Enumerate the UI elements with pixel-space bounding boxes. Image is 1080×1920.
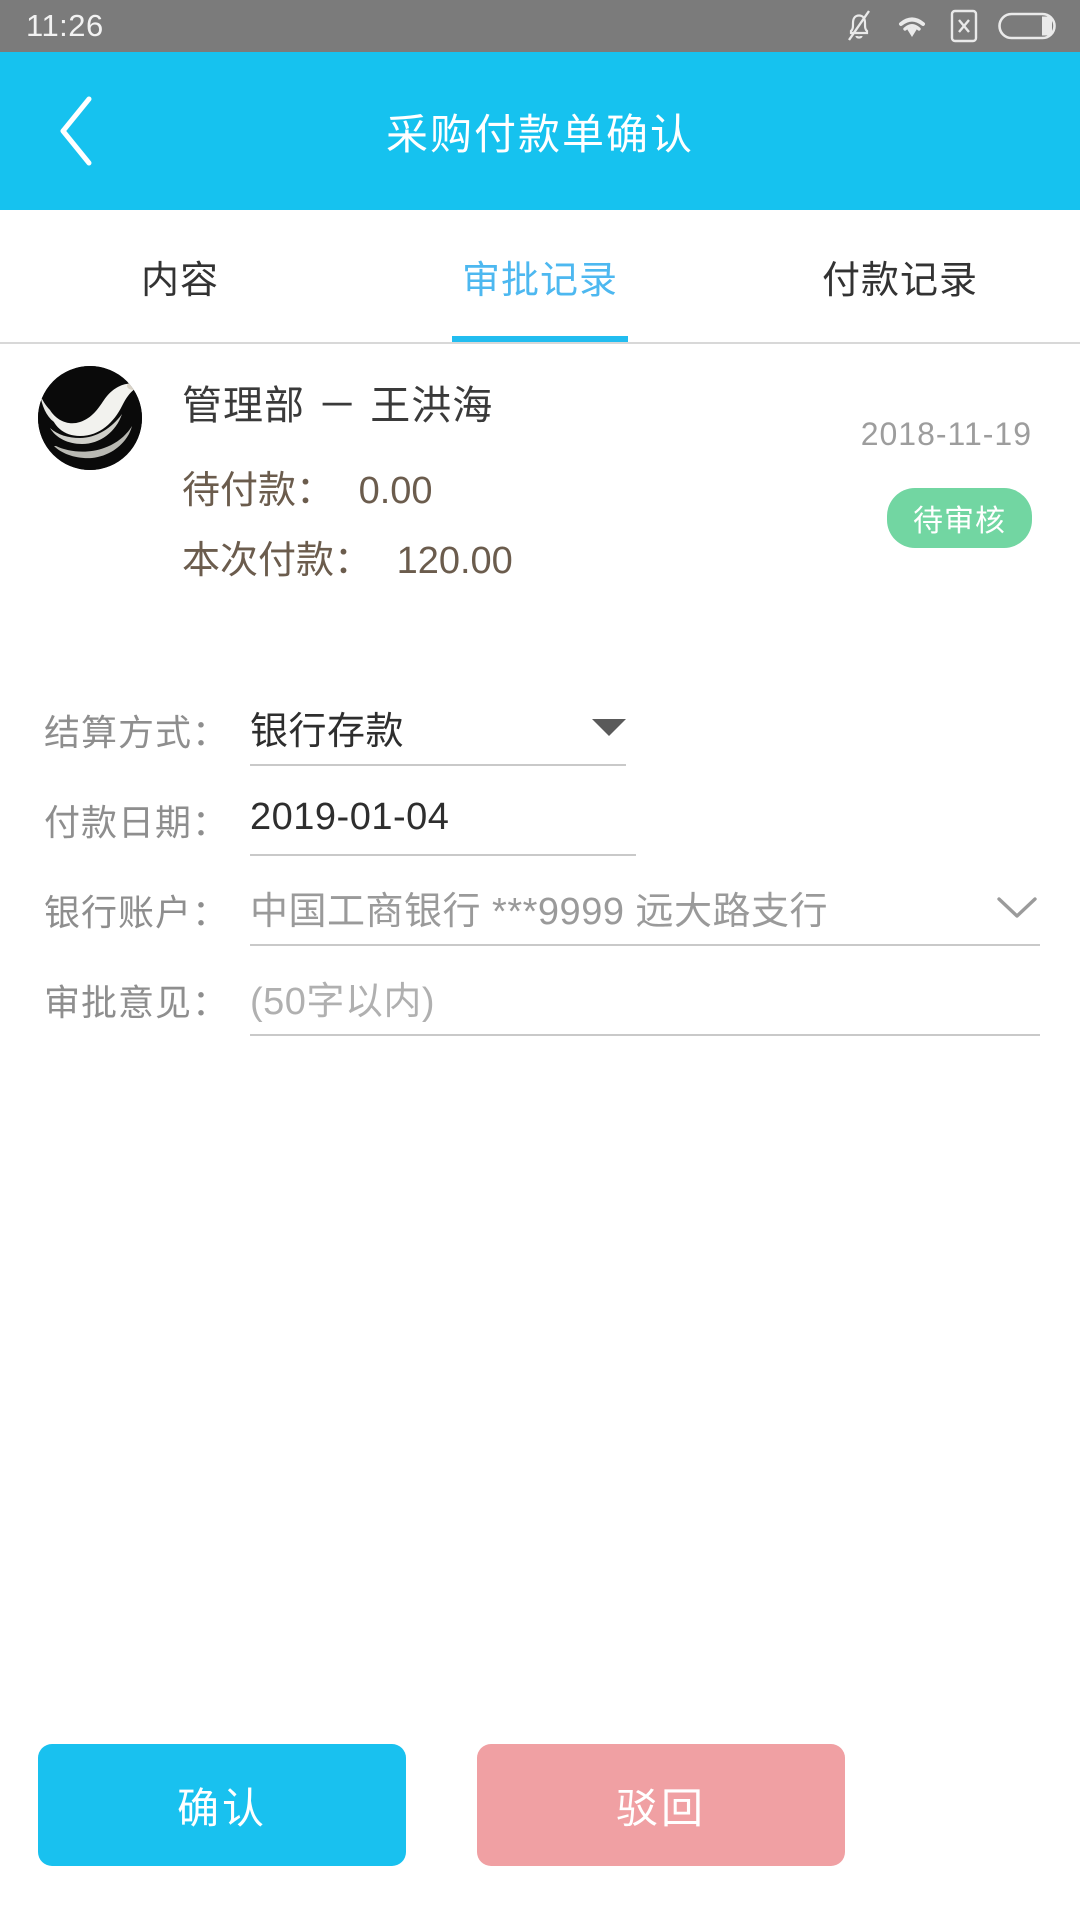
action-bar: 确认 驳回 [0, 1744, 1080, 1866]
caret-down-icon [592, 718, 626, 736]
current-amount-label: 本次付款： [182, 540, 373, 582]
avatar [38, 366, 142, 470]
status-badge: 待审核 [887, 488, 1032, 548]
battery-icon [998, 11, 1058, 41]
settlement-method-value: 银行存款 [250, 710, 405, 753]
bell-muted-icon [844, 9, 874, 43]
bank-account-value: 中国工商银行 ***9999 远大路支行 [250, 890, 829, 933]
chevron-down-icon [994, 892, 1040, 922]
approval-opinion-label: 审批意见： [44, 982, 230, 1023]
current-amount-row: 本次付款： 120.00 [182, 529, 513, 584]
tab-content-label: 内容 [140, 259, 219, 302]
approval-opinion-placeholder: (50字以内) [250, 980, 436, 1023]
current-amount-value: 120.00 [396, 540, 513, 582]
reject-button[interactable]: 驳回 [477, 1744, 845, 1866]
settlement-method-select[interactable]: 银行存款 [250, 690, 626, 766]
bank-account-select[interactable]: 中国工商银行 ***9999 远大路支行 [250, 870, 1040, 946]
status-icon-group [844, 9, 1058, 43]
tab-approval-records-label: 审批记录 [461, 259, 618, 302]
tab-approval-records[interactable]: 审批记录 [360, 210, 720, 342]
confirm-button[interactable]: 确认 [38, 1744, 406, 1866]
bank-account-label: 银行账户： [44, 892, 230, 933]
tab-bar: 内容 审批记录 付款记录 [0, 210, 1080, 344]
status-time: 11:26 [26, 8, 104, 43]
wifi-icon [894, 11, 930, 41]
bank-account-row: 银行账户： 中国工商银行 ***9999 远大路支行 [0, 870, 1080, 960]
sim-x-icon [950, 9, 978, 43]
approval-opinion-row: 审批意见： (50字以内) [0, 960, 1080, 1050]
tab-payment-records-label: 付款记录 [821, 259, 978, 302]
payment-date-label: 付款日期： [44, 802, 230, 843]
app-screen: 11:26 采购付款单确认 内容 审批记录 付款记录 管理部 － 王洪海 待付款… [0, 0, 1080, 1920]
title-bar: 采购付款单确认 [0, 52, 1080, 210]
swan-photo-avatar [38, 366, 142, 470]
settlement-method-label: 结算方式： [44, 712, 230, 753]
payment-date-input[interactable]: 2019-01-04 [250, 780, 636, 856]
pending-amount-label: 待付款： [182, 470, 335, 512]
payment-date-value: 2019-01-04 [250, 795, 450, 838]
approval-record-card: 管理部 － 王洪海 待付款： 0.00 本次付款： 120.00 2018-11… [0, 346, 1080, 606]
tab-payment-records[interactable]: 付款记录 [720, 210, 1080, 342]
approval-opinion-input[interactable]: (50字以内) [250, 960, 1040, 1036]
page-title: 采购付款单确认 [385, 110, 694, 158]
tab-content[interactable]: 内容 [0, 210, 360, 342]
payment-date-row: 付款日期： 2019-01-04 [0, 780, 1080, 870]
settlement-method-row: 结算方式： 银行存款 [0, 690, 1080, 780]
record-date: 2018-11-19 [860, 416, 1032, 452]
pending-amount-row: 待付款： 0.00 [182, 459, 433, 514]
approver-name: 管理部 － 王洪海 [182, 384, 494, 428]
status-bar: 11:26 [0, 0, 1080, 52]
pending-amount-value: 0.00 [358, 470, 433, 512]
approval-form: 结算方式： 银行存款 付款日期： 2019-01-04 银行账户： 中国工商银行… [0, 690, 1080, 1050]
